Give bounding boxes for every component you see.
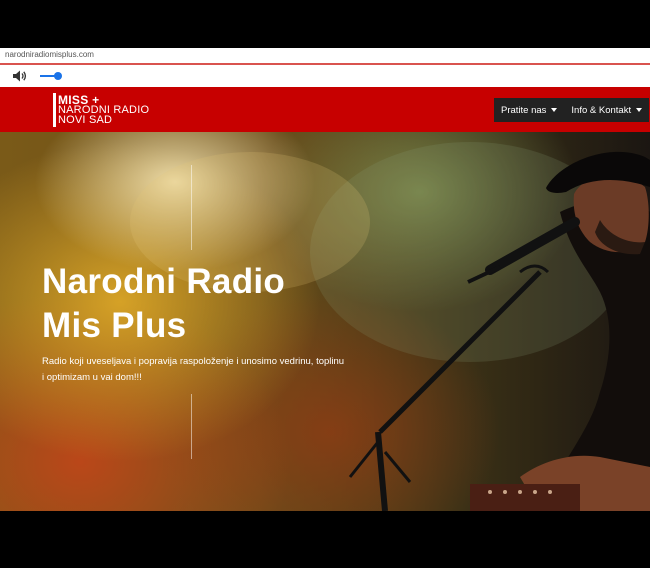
logo-accent-bar xyxy=(53,93,56,127)
hero-divider-top xyxy=(191,165,192,250)
site-logo[interactable]: MISS + NARODNI RADIO NOVI SAD xyxy=(58,94,149,126)
logo-line-3: NOVI SAD xyxy=(58,114,113,126)
hero-title: Narodni Radio Mis Plus xyxy=(42,260,285,348)
hero-subtitle: Radio koji uveseljava i popravija raspol… xyxy=(42,356,345,383)
menu-item-info-kontakt[interactable]: Info & Kontakt xyxy=(564,105,649,116)
site-navbar: MISS + NARODNI RADIO NOVI SAD Pratite na… xyxy=(0,87,650,132)
caret-down-icon xyxy=(636,108,643,112)
volume-slider[interactable] xyxy=(40,72,66,80)
url-text[interactable]: narodniradiomisplus.com xyxy=(5,50,94,59)
caret-down-icon xyxy=(551,108,558,112)
address-bar[interactable]: narodniradiomisplus.com xyxy=(0,48,650,65)
hero-title-line-2: Mis Plus xyxy=(42,306,187,345)
browser-viewport: narodniradiomisplus.com MISS + NARODNI R… xyxy=(0,48,650,511)
speaker-icon[interactable] xyxy=(12,69,28,83)
hero-section: Narodni Radio Mis Plus Radio koji uvesel… xyxy=(0,132,650,511)
main-menu: Pratite nas Info & Kontakt xyxy=(494,98,650,122)
hero-divider-bottom xyxy=(191,394,192,459)
menu-item-label: Pratite nas xyxy=(501,104,547,116)
hero-title-line-1: Narodni Radio xyxy=(42,262,286,301)
audio-player xyxy=(0,65,650,87)
volume-knob[interactable] xyxy=(54,72,63,80)
menu-item-label: Info & Kontakt xyxy=(571,104,632,116)
menu-item-pratite-nas[interactable]: Pratite nas xyxy=(494,105,564,116)
